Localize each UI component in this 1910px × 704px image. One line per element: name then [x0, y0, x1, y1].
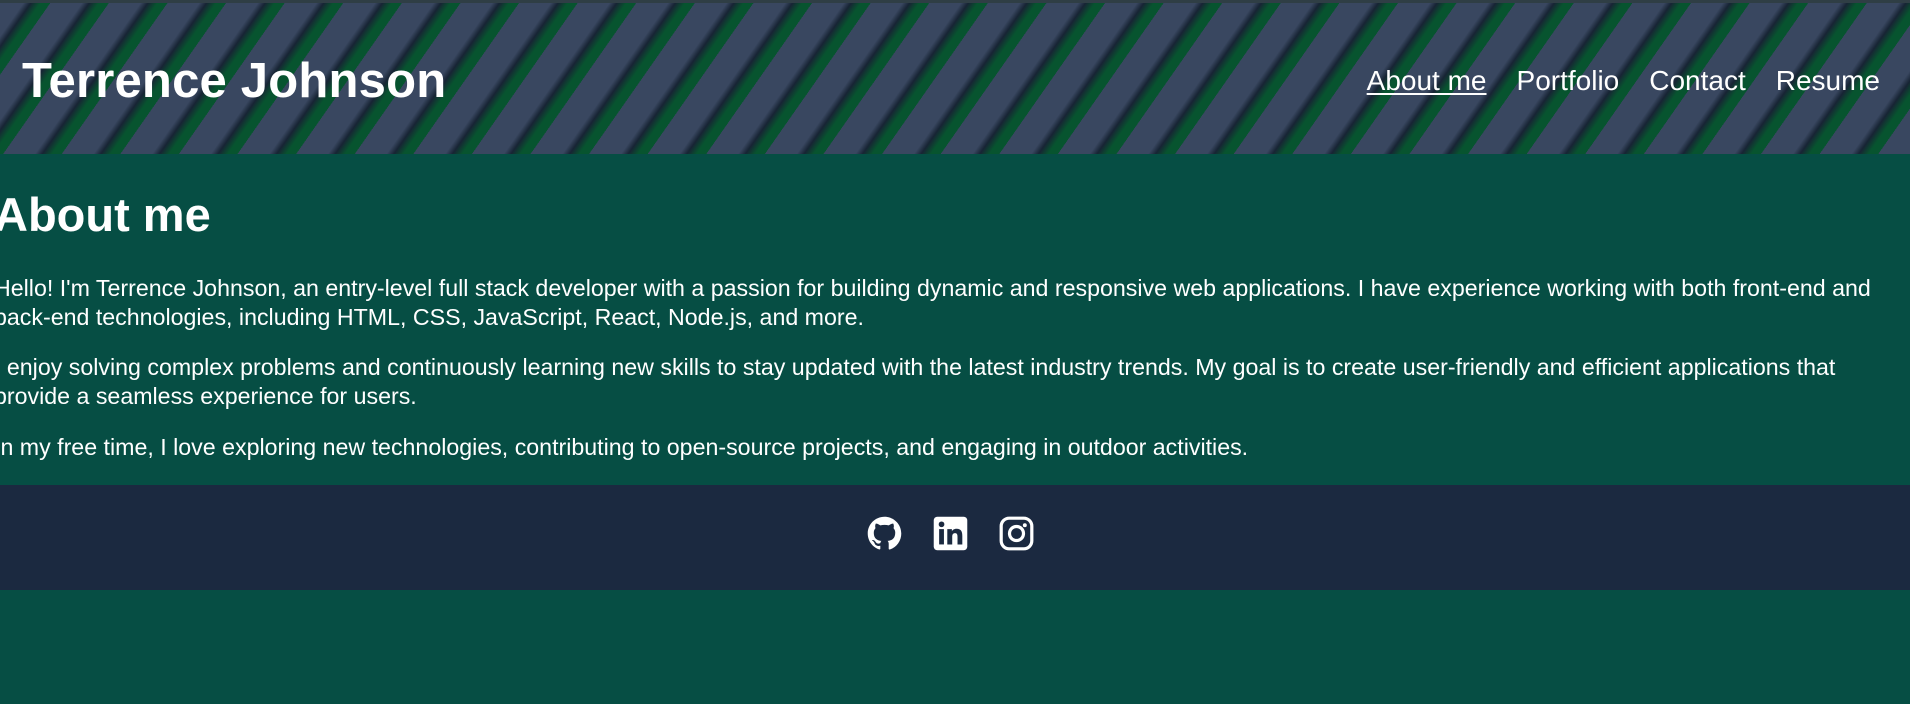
about-paragraph-3: In my free time, I love exploring new te… — [0, 434, 1249, 460]
main-nav: About me Portfolio Contact Resume — [1367, 64, 1880, 98]
instagram-link[interactable] — [999, 516, 1034, 551]
github-link[interactable] — [867, 516, 902, 551]
nav-portfolio[interactable]: Portfolio — [1517, 64, 1620, 98]
about-paragraph-1: Hello! I'm Terrence Johnson, an entry-le… — [0, 275, 1871, 330]
nav-resume[interactable]: Resume — [1776, 64, 1880, 98]
site-title: Terrence Johnson — [22, 54, 447, 108]
linkedin-icon — [933, 516, 968, 551]
site-header: Terrence Johnson About me Portfolio Cont… — [0, 0, 1910, 154]
social-links — [867, 516, 1034, 551]
instagram-icon — [999, 516, 1034, 551]
github-icon — [867, 516, 902, 550]
about-paragraph-2: I enjoy solving complex problems and con… — [0, 354, 1836, 409]
linkedin-link[interactable] — [933, 516, 968, 551]
nav-about-me[interactable]: About me — [1367, 64, 1487, 98]
nav-contact[interactable]: Contact — [1649, 64, 1746, 98]
site-footer — [0, 485, 1910, 590]
section-heading: About me — [0, 188, 211, 241]
